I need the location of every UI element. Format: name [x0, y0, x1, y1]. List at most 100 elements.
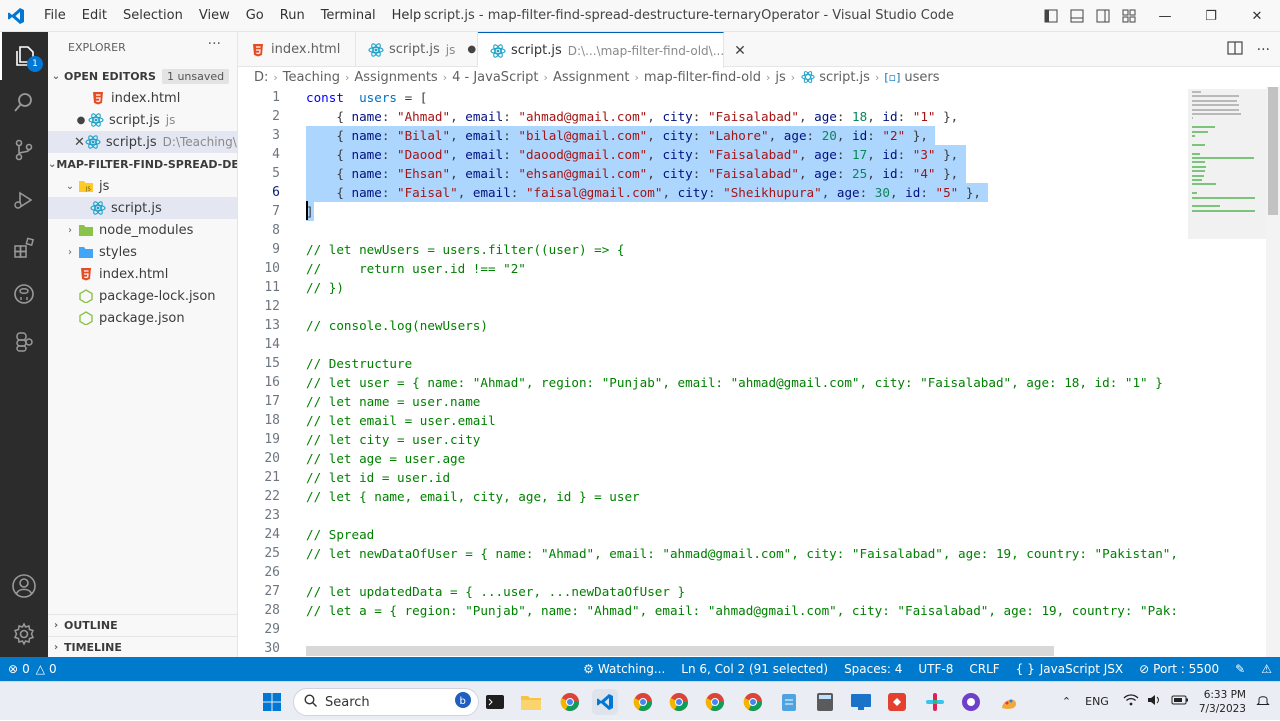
end-of-line[interactable]: CRLF [961, 657, 1007, 681]
github-icon[interactable] [0, 270, 48, 318]
timeline-section[interactable]: › TIMELINE [48, 636, 237, 657]
encoding[interactable]: UTF-8 [910, 657, 961, 681]
breadcrumb-item[interactable]: script.js [819, 70, 870, 85]
customize-layout-icon[interactable] [1116, 0, 1142, 32]
settings-gear-icon[interactable] [0, 610, 48, 658]
language-indicator[interactable]: ENG [1085, 695, 1109, 708]
toggle-secondary-sidebar-icon[interactable] [1090, 0, 1116, 32]
chrome-icon[interactable] [557, 689, 583, 715]
tree-file-script-js[interactable]: script.js [48, 197, 237, 219]
unsaved-dot-icon[interactable]: ● [467, 44, 476, 55]
clock[interactable]: 6:33 PM 7/3/2023 [1199, 688, 1246, 716]
open-editor-item-active[interactable]: ✕ script.js D:\Teaching\... [48, 131, 237, 153]
close-editor-icon[interactable]: ✕ [74, 135, 85, 150]
chrome-profile-icon[interactable] [702, 689, 728, 715]
code-editor[interactable]: 1 2 3 4 5 6 7 8 9 10 11 12 13 14 15 16 17 18 19 20 21 22 23 24 2… [238, 87, 1188, 657]
feedback-icon[interactable]: ✎ [1227, 657, 1253, 681]
calculator-icon[interactable] [812, 689, 838, 715]
wifi-icon[interactable] [1123, 694, 1139, 709]
explorer-more-actions-icon[interactable]: ··· [208, 36, 221, 52]
explorer-icon[interactable]: 1 [0, 32, 48, 80]
volume-icon[interactable] [1147, 694, 1163, 709]
breadcrumb-item[interactable]: js [775, 70, 785, 85]
breadcrumb-item[interactable]: Teaching [283, 70, 340, 85]
breadcrumb-item[interactable]: map-filter-find-old [644, 70, 761, 85]
windows-start-icon[interactable] [259, 689, 285, 715]
menu-edit[interactable]: Edit [74, 0, 115, 32]
split-editor-icon[interactable] [1227, 40, 1243, 59]
chrome-profile-icon[interactable] [630, 689, 656, 715]
extensions-icon[interactable] [0, 224, 48, 272]
more-actions-icon[interactable]: ··· [1257, 42, 1270, 58]
tab-script-js-active[interactable]: script.js D:\...\map-filter-find-old\...… [478, 32, 746, 68]
scrollbar-thumb[interactable] [1268, 87, 1278, 215]
code-token: "Faisalabad" [707, 166, 799, 181]
toggle-sidebar-icon[interactable] [1038, 0, 1064, 32]
terminal-app-icon[interactable] [482, 689, 508, 715]
remote-explorer-icon[interactable] [0, 318, 48, 366]
notifications-bell-icon[interactable]: ⚠ [1253, 657, 1280, 681]
breadcrumb-item[interactable]: 4 - JavaScript [452, 70, 538, 85]
taskbar-search[interactable]: Search b [293, 688, 479, 716]
close-icon[interactable]: ✕ [1234, 0, 1280, 32]
menu-terminal[interactable]: Terminal [313, 0, 384, 32]
minimap[interactable] [1188, 87, 1266, 657]
source-control-icon[interactable] [0, 126, 48, 174]
run-debug-icon[interactable] [0, 176, 48, 224]
horizontal-scrollbar[interactable] [306, 646, 1054, 656]
chrome-profile-icon[interactable] [740, 689, 766, 715]
breadcrumb-item[interactable]: Assignments [354, 70, 437, 85]
live-server-port[interactable]: ⊘ Port : 5500 [1131, 657, 1227, 681]
accounts-icon[interactable] [0, 562, 48, 610]
tree-file-index-html[interactable]: index.html [48, 263, 237, 285]
tree-folder-node-modules[interactable]: › node_modules [48, 219, 237, 241]
live-server-watching[interactable]: ⚙ Watching... [575, 657, 673, 681]
slack-icon[interactable] [922, 689, 948, 715]
code-token: "ehsan@gmail.com" [518, 166, 648, 181]
minimize-icon[interactable]: — [1142, 0, 1188, 32]
restore-icon[interactable]: ❐ [1188, 0, 1234, 32]
menu-go[interactable]: Go [238, 0, 272, 32]
cursor-position[interactable]: Ln 6, Col 2 (91 selected) [673, 657, 836, 681]
battery-icon[interactable] [1171, 695, 1189, 708]
paint-icon[interactable] [996, 689, 1022, 715]
remote-desktop-icon[interactable] [848, 689, 874, 715]
unsaved-dot-icon[interactable]: ● [74, 115, 88, 126]
chevron-up-icon[interactable]: ⌃ [1062, 695, 1071, 708]
chrome-profile-icon[interactable] [666, 689, 692, 715]
toggle-panel-icon[interactable] [1064, 0, 1090, 32]
menu-run[interactable]: Run [272, 0, 313, 32]
anydesk-icon[interactable] [884, 689, 910, 715]
minimap-slider[interactable] [1188, 89, 1266, 239]
open-editor-item[interactable]: ● script.js js [48, 109, 237, 131]
language-mode[interactable]: { } JavaScript JSX [1008, 657, 1131, 681]
tab-index-html[interactable]: index.html [238, 32, 356, 67]
vertical-scrollbar[interactable] [1266, 87, 1280, 657]
search-icon[interactable] [0, 78, 48, 126]
vscode-logo-icon[interactable] [0, 0, 32, 32]
breadcrumb-item[interactable]: D: [254, 70, 268, 85]
breadcrumb-item[interactable]: users [904, 70, 939, 85]
notepad-icon[interactable] [776, 689, 802, 715]
notification-center-icon[interactable] [1256, 693, 1270, 710]
menu-selection[interactable]: Selection [115, 0, 191, 32]
tree-folder-styles[interactable]: › styles [48, 241, 237, 263]
menu-help[interactable]: Help [384, 0, 430, 32]
close-tab-icon[interactable]: ✕ [734, 43, 746, 59]
outline-section[interactable]: › OUTLINE [48, 614, 237, 636]
problems-status[interactable]: ⊗ 0 △ 0 [0, 657, 65, 681]
breadcrumb-item[interactable]: Assignment [553, 70, 630, 85]
menu-view[interactable]: View [191, 0, 238, 32]
tree-folder-js[interactable]: ⌄ JS js [48, 175, 237, 197]
open-editors-header[interactable]: ⌄ OPEN EDITORS 1 unsaved [48, 65, 237, 87]
github-desktop-icon[interactable] [958, 689, 984, 715]
open-editor-item[interactable]: index.html [48, 87, 237, 109]
file-explorer-icon[interactable] [518, 689, 544, 715]
project-folder-header[interactable]: ⌄ MAP-FILTER-FIND-SPREAD-DE... [48, 153, 237, 175]
indentation[interactable]: Spaces: 4 [836, 657, 910, 681]
tab-script-js[interactable]: script.js js ● [356, 32, 478, 67]
tree-file-package-lock[interactable]: package-lock.json [48, 285, 237, 307]
menu-file[interactable]: File [36, 0, 74, 32]
vscode-app-icon[interactable] [592, 689, 618, 715]
tree-file-package-json[interactable]: package.json [48, 307, 237, 329]
